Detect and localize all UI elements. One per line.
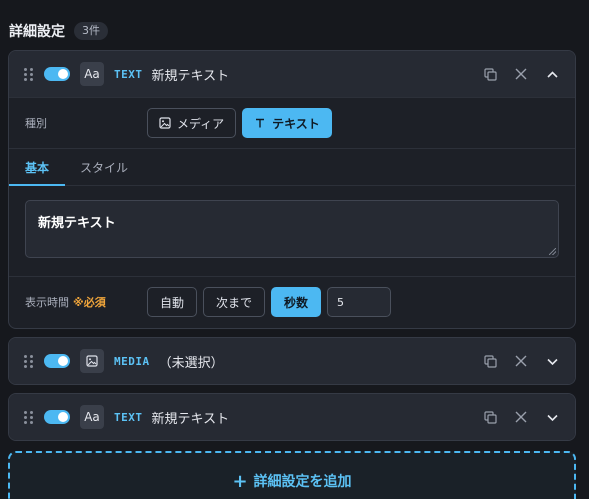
resize-handle-icon[interactable] xyxy=(549,248,556,255)
close-icon[interactable] xyxy=(514,410,528,424)
image-icon xyxy=(159,117,171,129)
chevron-up-icon[interactable] xyxy=(545,67,559,81)
section-header: 詳細設定 3件 xyxy=(9,20,108,42)
tab-basic[interactable]: 基本 xyxy=(9,149,65,186)
time-seconds-button[interactable]: 秒数 xyxy=(271,287,322,317)
close-icon[interactable] xyxy=(514,354,528,368)
seconds-value: 5 xyxy=(337,295,345,309)
plus-icon: + xyxy=(232,470,248,492)
required-mark: ※必須 xyxy=(73,296,106,309)
type-label: TEXT xyxy=(114,67,143,81)
kind-media-button[interactable]: メディア xyxy=(147,108,237,138)
kind-text-button[interactable]: テキスト xyxy=(242,108,332,138)
drag-handle-icon[interactable] xyxy=(24,67,34,81)
image-icon xyxy=(80,349,104,373)
drag-handle-icon[interactable] xyxy=(24,354,34,368)
detail-card-2: MEDIA （未選択） xyxy=(8,337,576,385)
chevron-down-icon[interactable] xyxy=(545,354,559,368)
add-detail-label: 詳細設定を追加 xyxy=(253,474,352,490)
card-name: （未選択） xyxy=(158,355,224,371)
text-content-input[interactable]: 新規テキスト xyxy=(25,200,559,258)
text-t-icon xyxy=(256,118,265,128)
enable-toggle[interactable] xyxy=(44,354,70,368)
detail-card-1: Aa TEXT 新規テキスト 種別 メディア テキスト 基本 スタイル 新規テキ… xyxy=(8,50,576,329)
type-label: TEXT xyxy=(114,410,143,424)
card-header[interactable]: Aa TEXT 新規テキスト xyxy=(9,394,575,440)
chevron-down-icon[interactable] xyxy=(545,410,559,424)
tab-bar: 基本 スタイル xyxy=(9,148,575,186)
enable-toggle[interactable] xyxy=(44,67,70,81)
time-next-button[interactable]: 次まで xyxy=(203,287,266,317)
text-type-icon: Aa xyxy=(80,62,104,86)
card-name: 新規テキスト xyxy=(151,411,230,427)
kind-label: 種別 xyxy=(25,117,47,130)
add-detail-button[interactable]: + 詳細設定を追加 xyxy=(8,451,576,499)
type-label: MEDIA xyxy=(114,354,150,368)
kind-media-label: メディア xyxy=(177,116,225,131)
close-icon[interactable] xyxy=(514,67,528,81)
text-content-value: 新規テキスト xyxy=(38,216,116,231)
seconds-input[interactable]: 5 xyxy=(327,287,392,317)
tab-style[interactable]: スタイル xyxy=(75,149,133,185)
card-header[interactable]: MEDIA （未選択） xyxy=(9,338,575,384)
kind-text-label: テキスト xyxy=(272,116,320,131)
detail-card-3: Aa TEXT 新規テキスト xyxy=(8,393,576,441)
display-time-row: 表示時間 ※必須 自動 次まで 秒数 5 xyxy=(9,276,575,327)
card-name: 新規テキスト xyxy=(151,68,230,84)
time-auto-button[interactable]: 自動 xyxy=(147,287,198,317)
text-type-icon: Aa xyxy=(80,405,104,429)
section-title: 詳細設定 xyxy=(9,24,65,40)
duplicate-icon[interactable] xyxy=(483,67,497,81)
card-header[interactable]: Aa TEXT 新規テキスト xyxy=(9,51,575,97)
drag-handle-icon[interactable] xyxy=(24,410,34,424)
kind-row: 種別 メディア テキスト xyxy=(9,97,575,148)
display-time-label: 表示時間 ※必須 xyxy=(25,296,106,309)
duplicate-icon[interactable] xyxy=(483,410,497,424)
count-badge: 3件 xyxy=(74,22,108,40)
enable-toggle[interactable] xyxy=(44,410,70,424)
duplicate-icon[interactable] xyxy=(483,354,497,368)
